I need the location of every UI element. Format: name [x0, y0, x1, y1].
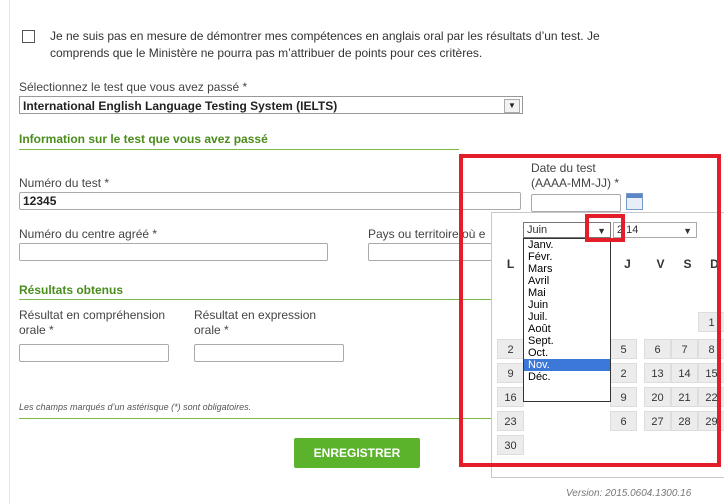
notice-line-1: Je ne suis pas en mesure de démontrer me… [50, 29, 600, 43]
test-select-label: Sélectionnez le test que vous avez passé [19, 80, 247, 94]
version-label: Version: 2015.0604.1300.16 [566, 488, 692, 499]
left-border [9, 0, 10, 504]
no-test-checkbox[interactable] [22, 30, 35, 43]
highlight-box-month-dropdown [585, 214, 625, 242]
section-info-title: Information sur le test que vous avez pa… [19, 132, 268, 146]
footer-divider [19, 418, 491, 419]
expression-label: Résultat en expression orale [194, 308, 316, 338]
test-number-label: Numéro du test [19, 176, 109, 190]
centre-number-label: Numéro du centre agréé [19, 227, 157, 241]
expression-input[interactable] [194, 344, 344, 362]
notice-line-2: comprends que le Ministère ne pourra pas… [50, 46, 483, 60]
test-number-input[interactable]: 12345 [19, 192, 521, 210]
comprehension-label-line1: Résultat en compréhension [19, 308, 166, 322]
test-select[interactable]: International English Language Testing S… [19, 96, 523, 114]
comprehension-label-line2: orale [19, 323, 165, 338]
comprehension-input[interactable] [19, 344, 169, 362]
test-select-value: International English Language Testing S… [23, 99, 338, 113]
centre-number-input[interactable] [19, 243, 328, 261]
no-test-notice: Je ne suis pas en mesure de démontrer me… [50, 28, 670, 62]
save-button[interactable]: ENREGISTRER [294, 438, 420, 468]
comprehension-label: Résultat en compréhension orale [19, 308, 165, 338]
section-results-divider [19, 299, 491, 300]
section-results-title: Résultats obtenus [19, 283, 124, 297]
section-info-divider [19, 149, 459, 150]
expression-label-line1: Résultat en expression [194, 308, 317, 322]
highlight-box-calendar [459, 154, 721, 467]
required-fields-note: Les champs marqués d’un astérisque (*) s… [19, 402, 252, 412]
expression-label-line2: orale [194, 323, 316, 338]
chevron-down-icon[interactable]: ▼ [504, 99, 520, 113]
